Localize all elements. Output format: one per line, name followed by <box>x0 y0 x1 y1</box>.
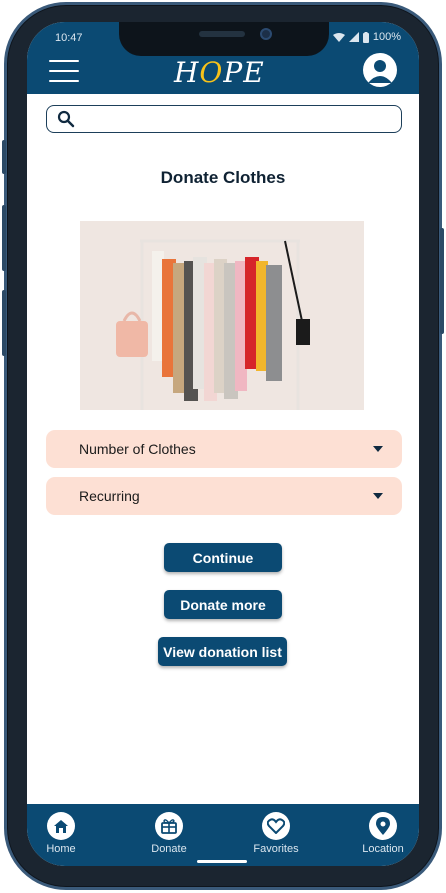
heart-icon <box>262 812 290 840</box>
logo-letters-pe: PE <box>223 56 265 89</box>
pin-glyph <box>376 817 390 835</box>
notch <box>119 22 329 56</box>
volume-down-button <box>2 290 6 356</box>
battery-percent: 100% <box>372 31 401 43</box>
front-camera <box>260 28 272 40</box>
nav-favorites[interactable]: Favorites <box>241 812 311 855</box>
clothes-rack-illustration <box>80 221 364 410</box>
search-input[interactable] <box>83 109 393 129</box>
logo-letter-o: O <box>199 56 224 89</box>
menu-bar <box>49 80 79 82</box>
menu-bar <box>49 70 79 72</box>
app-screen: 10:47 100% HOPE Donate Clothes Number of… <box>27 22 419 866</box>
dropdown-label: Recurring <box>79 488 140 504</box>
power-button <box>440 228 444 334</box>
bottom-navigation: Home Donate Favorites Location <box>27 804 419 866</box>
user-icon <box>368 60 392 83</box>
nav-donate[interactable]: Donate <box>134 812 204 855</box>
logo-text: HOPE <box>174 56 265 89</box>
nav-location[interactable]: Location <box>348 812 418 855</box>
nav-label: Home <box>46 843 76 855</box>
wifi-icon <box>332 32 345 42</box>
view-donation-list-button[interactable]: View donation list <box>158 637 287 666</box>
caret-down-icon <box>373 493 383 499</box>
recurring-dropdown[interactable]: Recurring <box>46 477 402 515</box>
app-header: 10:47 100% HOPE <box>27 22 419 94</box>
menu-bar <box>49 60 79 62</box>
gift-icon <box>155 812 183 840</box>
hamburger-menu-button[interactable] <box>49 60 79 82</box>
nav-label: Donate <box>151 843 187 855</box>
nav-label: Location <box>362 843 404 855</box>
clothes-rack-image <box>80 221 364 410</box>
status-time: 10:47 <box>55 32 83 44</box>
caret-down-icon <box>373 446 383 452</box>
volume-up-button <box>2 205 6 271</box>
speaker <box>199 31 245 37</box>
gift-glyph <box>161 819 177 834</box>
battery-icon <box>362 31 369 43</box>
profile-avatar-button[interactable] <box>363 53 397 87</box>
home-indicator[interactable] <box>197 860 247 863</box>
nav-home[interactable]: Home <box>27 812 96 855</box>
signal-icon <box>348 32 359 42</box>
home-icon <box>47 812 75 840</box>
page-title: Donate Clothes <box>160 168 286 187</box>
number-of-clothes-dropdown[interactable]: Number of Clothes <box>46 430 402 468</box>
donate-more-button[interactable]: Donate more <box>164 590 282 619</box>
dropdown-label: Number of Clothes <box>79 441 196 457</box>
location-pin-icon <box>369 812 397 840</box>
heart-glyph <box>267 818 285 834</box>
continue-button[interactable]: Continue <box>164 543 282 572</box>
nav-label: Favorites <box>253 843 299 855</box>
search-icon[interactable] <box>57 110 75 128</box>
status-icons: 100% <box>332 31 401 43</box>
hope-logo[interactable]: HOPE <box>174 56 274 89</box>
search-bar[interactable] <box>46 105 402 133</box>
logo-letter-h: H <box>174 56 200 89</box>
home-glyph <box>54 820 68 833</box>
mute-switch <box>2 140 6 174</box>
